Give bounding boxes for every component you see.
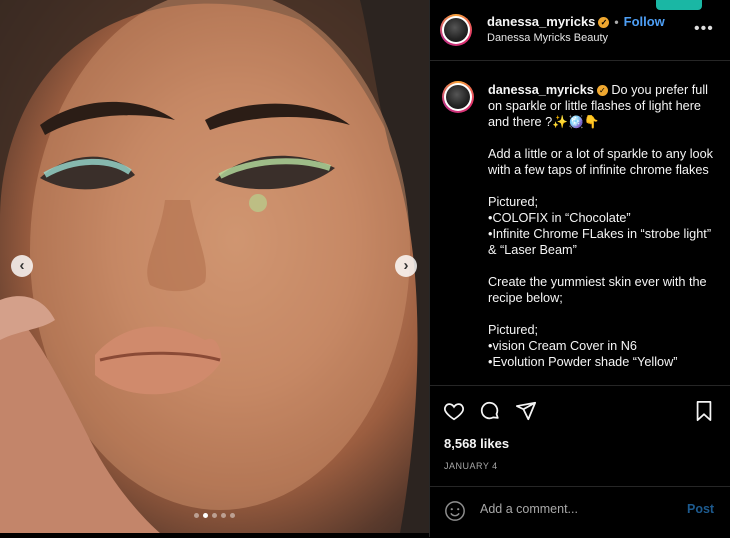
carousel-dot-active: [203, 513, 208, 518]
verified-badge-icon: ✓: [598, 17, 610, 28]
emoji-icon[interactable]: [444, 500, 466, 522]
username-link[interactable]: danessa_myricks: [487, 14, 595, 29]
post-date[interactable]: JANUARY 4: [444, 461, 498, 471]
action-bar: 8,568 likes JANUARY 4: [430, 385, 730, 486]
carousel-indicator: [194, 513, 235, 518]
separator: •: [614, 15, 619, 29]
carousel-next-button[interactable]: ›: [395, 255, 417, 277]
caption-paragraph-3: Pictured; •COLOFIX in “Chocolate” •Infin…: [488, 195, 712, 257]
comment-bar: Add a comment... Post: [430, 486, 730, 538]
caption-paragraph-2: Add a little or a lot of sparkle to any …: [488, 147, 713, 177]
heart-icon[interactable]: [443, 400, 465, 422]
account-subtitle: Danessa Myricks Beauty: [487, 32, 609, 44]
caption-area[interactable]: danessa_myricks ✓ Do you prefer full on s…: [430, 61, 730, 384]
avatar[interactable]: [440, 14, 472, 46]
likes-count[interactable]: 8,568 likes: [444, 436, 509, 451]
more-options-icon[interactable]: •••: [694, 20, 714, 38]
carousel-dot: [230, 513, 235, 518]
follow-button[interactable]: Follow: [624, 14, 665, 29]
caption-text: danessa_myricks ✓ Do you prefer full on s…: [488, 82, 720, 384]
post-image[interactable]: ‹ ›: [0, 0, 429, 533]
share-icon[interactable]: [515, 400, 537, 422]
carousel-dot: [221, 513, 226, 518]
caption-paragraph-4: Create the yummiest skin ever with the r…: [488, 275, 707, 305]
portrait-photo: [0, 0, 429, 533]
comment-input[interactable]: Add a comment...: [480, 502, 578, 516]
bookmark-icon[interactable]: [694, 400, 714, 422]
top-action-button[interactable]: [656, 0, 702, 10]
post-details-panel: danessa_myricks ✓ • Follow Danessa Myricks …: [429, 0, 730, 537]
caption-username[interactable]: danessa_myricks: [488, 83, 594, 97]
carousel-prev-button[interactable]: ‹: [11, 255, 33, 277]
post-comment-button[interactable]: Post: [687, 502, 714, 516]
caption-paragraph-5: Pictured; •vision Cream Cover in N6 •Evo…: [488, 323, 678, 369]
carousel-dot: [212, 513, 217, 518]
verified-badge-icon: ✓: [596, 85, 608, 96]
carousel-dot: [194, 513, 199, 518]
caption-avatar[interactable]: [442, 81, 474, 113]
comment-icon[interactable]: [479, 400, 501, 422]
